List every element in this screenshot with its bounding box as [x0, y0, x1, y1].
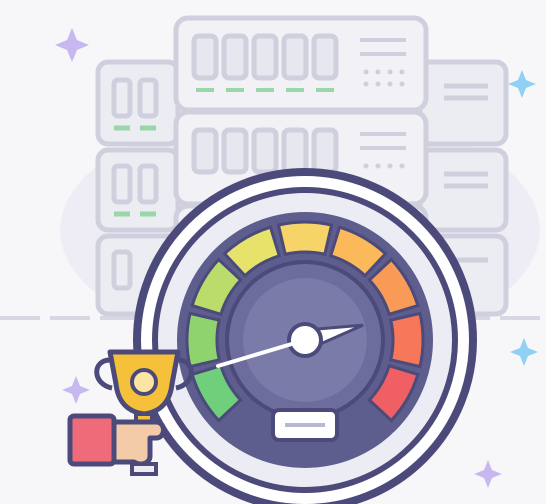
- gauge-segment: [276, 220, 334, 257]
- gauge-segment: [185, 311, 222, 369]
- speed-illustration: [0, 0, 546, 504]
- hand-icon: [67, 413, 166, 476]
- illustration-canvas: [0, 15, 546, 504]
- gauge-segment: [388, 311, 425, 369]
- speedometer-gauge-icon: [133, 168, 477, 504]
